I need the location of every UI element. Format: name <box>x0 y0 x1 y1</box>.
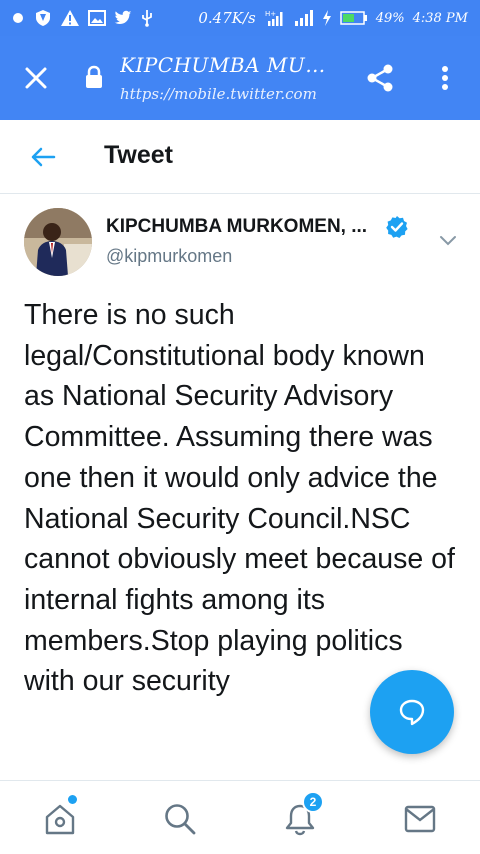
overflow-menu-button[interactable] <box>430 60 460 96</box>
page-title: KIPCHUMBA MURKO... <box>120 53 340 77</box>
mail-icon <box>404 805 436 833</box>
signal-icon-2 <box>294 10 314 26</box>
signal-icon: H+ <box>264 9 286 27</box>
share-icon <box>367 64 393 92</box>
notification-count-badge: 2 <box>302 791 324 813</box>
battery-icon <box>339 11 368 25</box>
notification-icon <box>10 10 26 26</box>
verified-badge-icon <box>385 215 409 244</box>
image-icon <box>88 10 106 26</box>
battery-percentage: 49% <box>375 10 405 26</box>
browser-toolbar: KIPCHUMBA MURKO... https://mobile.twitte… <box>0 36 480 120</box>
share-button[interactable] <box>362 60 398 96</box>
author-name[interactable]: KIPCHUMBA MURKOMEN, ... <box>106 216 367 238</box>
avatar-image <box>24 208 92 276</box>
avatar[interactable] <box>24 208 92 276</box>
author-handle[interactable]: @kipmurkomen <box>106 246 232 267</box>
nav-notifications[interactable]: 2 <box>280 791 324 839</box>
status-bar: 0.47K/s H+ 49% 4:38 PM <box>0 0 480 36</box>
tweet-options-button[interactable] <box>436 229 460 253</box>
twitter-icon <box>114 10 132 26</box>
charging-icon <box>322 10 332 26</box>
page-url[interactable]: https://mobile.twitter.com <box>120 85 317 103</box>
chat-bubble-icon <box>399 699 425 726</box>
shield-icon <box>34 9 52 27</box>
lock-icon <box>84 65 104 94</box>
status-left-icons <box>10 9 154 27</box>
more-vert-icon <box>442 66 448 90</box>
alert-icon <box>60 9 80 27</box>
arrow-left-icon <box>31 147 56 167</box>
nav-search[interactable] <box>160 799 200 839</box>
compose-reply-button[interactable] <box>370 670 454 754</box>
nav-home[interactable] <box>40 795 80 839</box>
clock: 4:38 PM <box>412 10 468 26</box>
status-right-icons: 0.47K/s H+ 49% 4:38 PM <box>198 9 468 27</box>
nav-messages[interactable] <box>400 799 440 839</box>
search-icon <box>165 804 196 835</box>
svg-text:H+: H+ <box>265 10 276 18</box>
chevron-down-icon <box>440 236 456 246</box>
bottom-navigation: 2 <box>0 780 480 854</box>
back-button[interactable] <box>26 142 60 172</box>
tweet-text: There is no such legal/Constitutional bo… <box>24 299 455 698</box>
home-icon <box>45 804 75 835</box>
header-title: Tweet <box>104 141 173 169</box>
tweet-header: Tweet <box>0 120 480 194</box>
close-icon <box>25 67 47 89</box>
home-new-indicator <box>68 795 77 804</box>
network-speed: 0.47K/s <box>198 9 256 27</box>
usb-icon <box>140 9 154 27</box>
close-button[interactable] <box>18 60 54 96</box>
